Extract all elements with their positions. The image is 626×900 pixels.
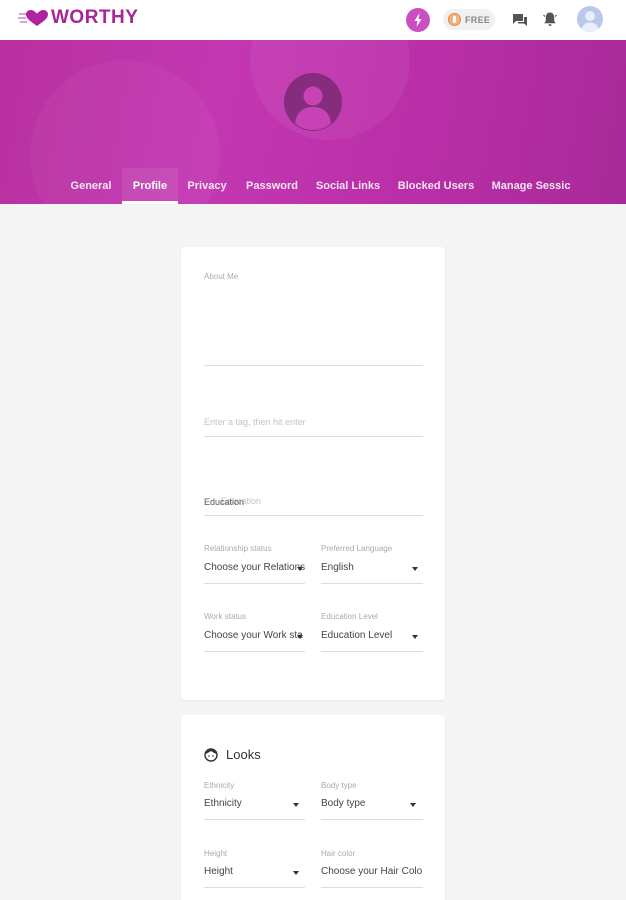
education-level-select[interactable]: Education Level	[321, 627, 423, 651]
chevron-down-icon	[412, 635, 418, 639]
height-select[interactable]: Height	[204, 863, 305, 887]
tab-manage-sessions[interactable]: Manage Sessic	[488, 168, 574, 204]
looks-card: Looks Ethnicity Ethnicity Body type Body…	[181, 715, 445, 900]
hair-color-label: Hair color	[321, 849, 356, 858]
education-level-label: Education Level	[321, 612, 378, 621]
chevron-down-icon	[293, 803, 299, 807]
logo[interactable]: WORTHY	[18, 7, 138, 29]
hair-color-select[interactable]: Choose your Hair Colo	[321, 863, 423, 887]
profile-header: General Profile Privacy Password Social …	[0, 40, 626, 204]
brand-name: WORTHY	[51, 7, 139, 28]
education-level-underline	[321, 651, 423, 652]
tab-password[interactable]: Password	[241, 168, 303, 204]
looks-heading: Looks	[204, 747, 261, 762]
education-underline	[204, 515, 423, 516]
settings-tabs: General Profile Privacy Password Social …	[0, 168, 626, 204]
tab-privacy[interactable]: Privacy	[183, 168, 231, 204]
chevron-down-icon	[293, 871, 299, 875]
education-label: Education	[204, 497, 245, 507]
work-status-select[interactable]: Choose your Work sta	[204, 627, 305, 651]
bolt-icon	[414, 13, 422, 27]
chat-icon[interactable]	[512, 12, 528, 28]
free-plan-badge[interactable]: FREE	[443, 9, 495, 30]
bell-icon[interactable]	[542, 11, 558, 27]
hair-color-value: Choose your Hair Colo	[321, 866, 423, 877]
user-avatar[interactable]	[577, 6, 603, 32]
about-me-textarea[interactable]	[204, 283, 423, 365]
tags-underline	[204, 436, 423, 437]
preferred-language-value: English	[321, 562, 354, 573]
preferred-language-underline	[321, 583, 423, 584]
user-icon	[295, 86, 331, 130]
about-me-label: About Me	[204, 272, 239, 281]
hair-color-underline	[321, 887, 423, 888]
body-type-select[interactable]: Body type	[321, 795, 423, 819]
work-status-label: Work status	[204, 612, 247, 621]
ethnicity-select[interactable]: Ethnicity	[204, 795, 305, 819]
coin-icon	[448, 13, 461, 26]
tab-blocked-users[interactable]: Blocked Users	[393, 168, 479, 204]
tab-social-links[interactable]: Social Links	[312, 168, 384, 204]
profile-avatar[interactable]	[284, 73, 342, 131]
chevron-down-icon	[297, 567, 303, 571]
preferred-language-select[interactable]: English	[321, 559, 423, 583]
ethnicity-label: Ethnicity	[204, 781, 235, 790]
free-label: FREE	[465, 14, 491, 25]
chevron-down-icon	[410, 803, 416, 807]
height-value: Height	[204, 866, 233, 877]
face-icon	[204, 747, 218, 762]
preferred-language-label: Preferred Language	[321, 544, 393, 553]
ethnicity-underline	[204, 819, 305, 820]
tab-general[interactable]: General	[64, 168, 118, 204]
relationship-status-value: Choose your Relations	[204, 562, 305, 573]
heart-icon	[18, 10, 48, 26]
body-type-value: Body type	[321, 798, 366, 809]
relationship-status-select[interactable]: Choose your Relations	[204, 559, 305, 583]
chevron-down-icon	[297, 635, 303, 639]
height-label: Height	[204, 849, 228, 858]
relationship-status-label: Relationship status	[204, 544, 272, 553]
work-status-value: Choose your Work sta	[204, 630, 303, 641]
body-type-label: Body type	[321, 781, 357, 790]
looks-title: Looks	[226, 747, 261, 762]
ethnicity-value: Ethnicity	[204, 798, 242, 809]
relationship-status-underline	[204, 583, 305, 584]
user-avatar-icon	[580, 11, 600, 32]
chevron-down-icon	[412, 567, 418, 571]
boost-button[interactable]	[406, 8, 430, 32]
tab-profile[interactable]: Profile	[122, 168, 178, 204]
education-level-value: Education Level	[321, 630, 393, 641]
tags-input[interactable]: Enter a tag, then hit enter	[204, 417, 306, 427]
top-bar: WORTHY FREE	[0, 0, 626, 40]
profile-card: About Me Enter a tag, then hit enter Edu…	[181, 247, 445, 700]
height-underline	[204, 887, 305, 888]
work-status-underline	[204, 651, 305, 652]
about-me-underline	[204, 365, 423, 366]
body-type-underline	[321, 819, 423, 820]
